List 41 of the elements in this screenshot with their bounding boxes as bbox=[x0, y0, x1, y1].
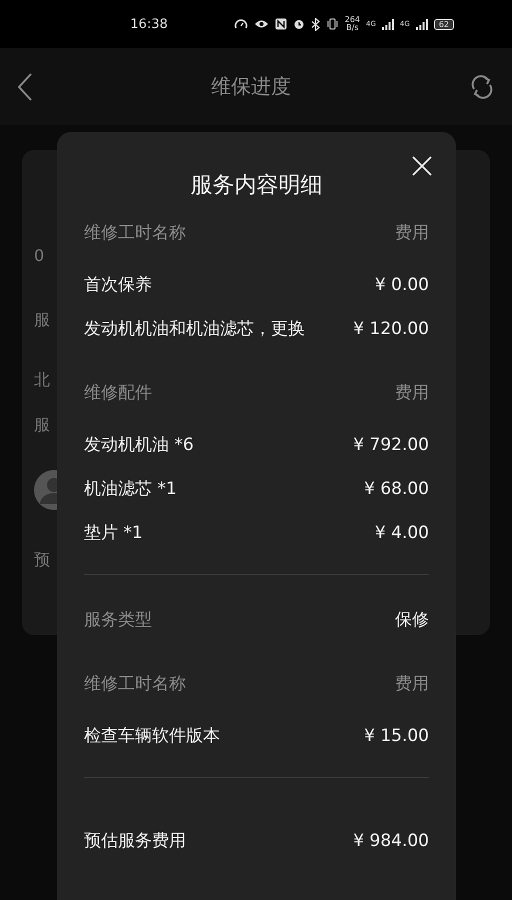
item-name: 垫片 *1 bbox=[84, 522, 143, 545]
column-header: 费用 bbox=[395, 222, 429, 245]
total-label: 预估服务费用 bbox=[84, 830, 186, 853]
nfc-icon bbox=[274, 18, 287, 30]
item-fee: ¥ 120.00 bbox=[353, 318, 429, 341]
info-text: 北 bbox=[34, 370, 50, 390]
item-fee: ¥ 792.00 bbox=[353, 434, 429, 457]
item-fee: ¥ 4.00 bbox=[374, 522, 429, 545]
column-header: 维修工时名称 bbox=[84, 673, 186, 696]
info-text: 服 bbox=[34, 414, 50, 436]
page-title: 维保进度 bbox=[211, 73, 291, 100]
signal-icon bbox=[416, 18, 428, 30]
column-header: 维修工时名称 bbox=[84, 222, 186, 245]
item-name: 首次保养 bbox=[84, 274, 152, 297]
info-text: 服 bbox=[34, 310, 50, 330]
column-header: 维修配件 bbox=[84, 382, 152, 405]
field-label: 服务类型 bbox=[84, 609, 152, 632]
total-fee: ¥ 984.00 bbox=[353, 830, 429, 853]
column-header: 费用 bbox=[395, 673, 429, 696]
item-fee: ¥ 15.00 bbox=[364, 725, 429, 748]
dialog-title: 服务内容明细 bbox=[190, 172, 322, 200]
signal-icon bbox=[382, 18, 394, 30]
info-text: 0 bbox=[34, 246, 44, 264]
network-speed: 264 B/s bbox=[344, 16, 360, 32]
item-fee: ¥ 68.00 bbox=[364, 478, 429, 501]
field-value: 保修 bbox=[395, 609, 429, 632]
item-name: 机油滤芯 *1 bbox=[84, 478, 177, 501]
battery-level: 62 bbox=[434, 18, 454, 30]
refresh-icon[interactable] bbox=[470, 74, 494, 98]
alarm-icon bbox=[292, 18, 305, 30]
item-fee: ¥ 0.00 bbox=[374, 274, 429, 297]
back-icon[interactable] bbox=[18, 72, 32, 100]
bluetooth-icon bbox=[310, 18, 320, 30]
item-name: 检查车辆软件版本 bbox=[84, 725, 220, 748]
item-name: 发动机机油和机油滤芯，更换 bbox=[84, 318, 305, 341]
column-header: 费用 bbox=[395, 382, 429, 405]
item-name: 发动机机油 *6 bbox=[84, 434, 194, 457]
eye-icon bbox=[254, 18, 269, 30]
info-text: 预 bbox=[34, 550, 50, 570]
vibrate-icon bbox=[326, 18, 339, 30]
status-time: 16:38 bbox=[130, 16, 168, 32]
